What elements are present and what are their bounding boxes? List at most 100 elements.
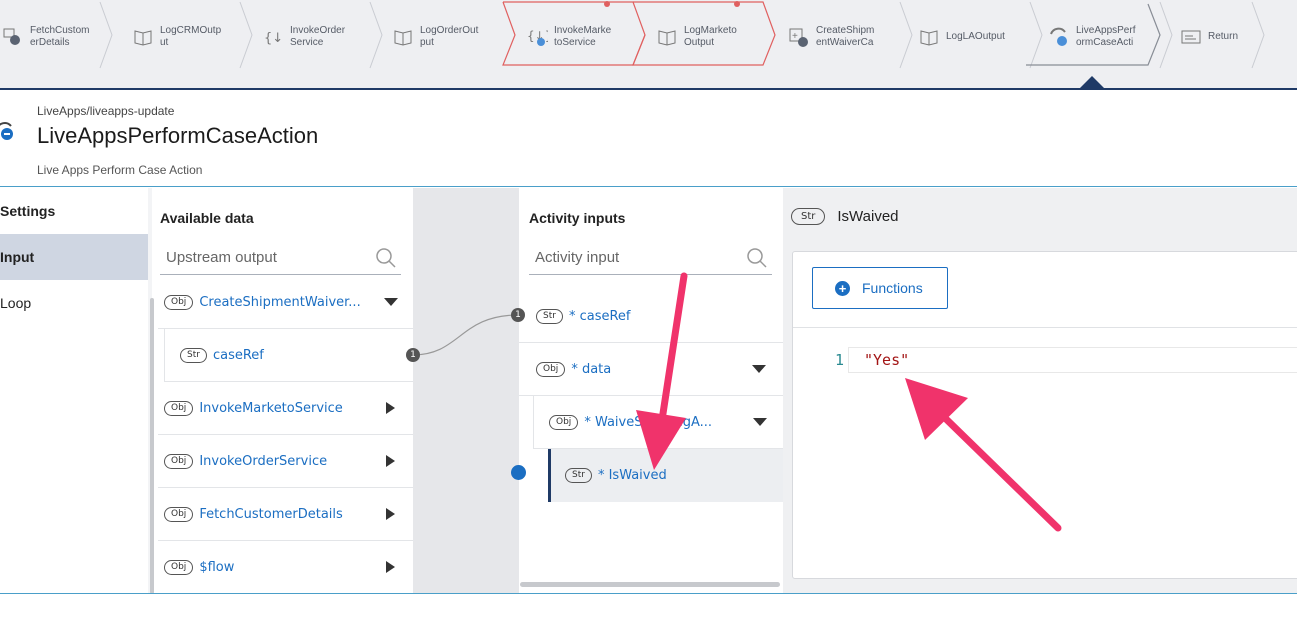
mapping-gutter (413, 188, 519, 594)
activity-item-iswaived[interactable]: Str * IsWaived (548, 449, 783, 502)
expression-value[interactable]: "Yes" (864, 351, 909, 369)
flow-step-logmarketooutput[interactable]: LogMarketo Output (656, 12, 737, 62)
flow-step-label: LogMarketo Output (684, 25, 737, 48)
mapper-field-header: Str IsWaived (791, 208, 899, 225)
flow-step-logorderoutput[interactable]: LogOrderOut put (392, 12, 478, 62)
flow-step-label: InvokeMarke toService (554, 25, 612, 48)
tree-item-invokeorderservice[interactable]: Obj InvokeOrderService (158, 435, 413, 488)
field-name: IsWaived (837, 208, 899, 225)
flow-step-logcrmoutput[interactable]: LogCRMOutp ut (132, 12, 221, 62)
tree-item-invokemarketoservice[interactable]: Obj InvokeMarketoService (158, 382, 413, 435)
flow-step-invokeorderservice[interactable]: {↓} InvokeOrder Service (262, 12, 345, 62)
type-badge: Str (180, 347, 207, 363)
node-label: InvokeMarketoService (199, 400, 343, 416)
expand-icon[interactable] (386, 508, 395, 520)
tree-item-createshipmentwaiver[interactable]: Obj CreateShipmentWaiver... (158, 276, 413, 329)
flow-step-label: LogLAOutput (946, 31, 1005, 42)
flow-step-loglaoutput[interactable]: LogLAOutput (918, 12, 1005, 62)
type-badge: Obj (536, 361, 566, 377)
activity-scrollbar[interactable] (520, 582, 780, 587)
type-badge: Str (791, 208, 826, 225)
bottom-border (0, 593, 1297, 594)
functions-button[interactable]: + Functions (812, 267, 948, 309)
svg-text:{↓}: {↓} (264, 31, 284, 46)
tree-item-fetchcustomerdetails[interactable]: Obj FetchCustomerDetails (158, 488, 413, 541)
expand-icon[interactable] (386, 561, 395, 573)
flow-strip: FetchCustom erDetails LogCRMOutp ut {↓} … (0, 0, 1297, 90)
liveapps-icon (1050, 27, 1067, 46)
invoke-icon: {↓} (527, 29, 548, 46)
tab-settings[interactable]: Settings (0, 188, 148, 234)
type-badge: Obj (164, 506, 194, 522)
search-placeholder: Activity input (535, 249, 620, 266)
functions-label: Functions (862, 280, 923, 296)
search-icon[interactable] (375, 247, 397, 269)
type-badge: Obj (164, 400, 194, 416)
node-label: $flow (199, 560, 235, 575)
search-placeholder: Upstream output (166, 249, 277, 266)
node-label: * WaiveShippingA... (584, 414, 713, 430)
app-root: FetchCustom erDetails LogCRMOutp ut {↓} … (0, 0, 1297, 634)
flow-step-label: LogCRMOutp ut (160, 25, 222, 48)
flow-step-label: FetchCustom erDetails (30, 25, 90, 48)
flow-step-return[interactable]: Return (1180, 12, 1238, 62)
node-label: InvokeOrderService (199, 453, 328, 469)
activity-item-data[interactable]: Obj * data (519, 343, 783, 396)
type-badge: Obj (164, 560, 194, 575)
flow-step-liveappsperformcaseaction[interactable]: LiveAppsPerf ormCaseActi (1048, 12, 1135, 62)
upstream-search-input[interactable]: Upstream output (160, 241, 401, 275)
node-label: FetchCustomerDetails (199, 506, 343, 522)
invoke-icon: {↓} (264, 31, 284, 46)
type-badge: Obj (164, 294, 194, 310)
activity-header: LiveApps/liveapps-update LiveAppsPerform… (0, 90, 1297, 187)
available-scrollbar[interactable] (150, 298, 154, 594)
tree-item-caseref[interactable]: Str caseRef (164, 329, 413, 382)
page-subtitle: Live Apps Perform Case Action (37, 163, 203, 177)
flow-step-label: LiveAppsPerf ormCaseActi (1076, 25, 1136, 48)
flow-step-label: Return (1208, 31, 1239, 42)
flow-step-createshipmentwaivercase[interactable]: + CreateShipm entWaiverCa (788, 12, 874, 62)
type-badge: Str (536, 308, 563, 324)
log-book-icon (394, 30, 412, 46)
search-icon[interactable] (746, 247, 768, 269)
page-title: LiveAppsPerformCaseAction (37, 123, 319, 148)
config-tabs: Settings Input Loop (0, 188, 148, 594)
mapping-count-badge: 1 (511, 308, 525, 322)
collapse-icon[interactable] (384, 298, 398, 306)
unmapped-indicator-dot (511, 465, 526, 480)
svg-text:+: + (792, 31, 798, 42)
tree-item-flow[interactable]: Obj $flow (158, 541, 413, 594)
flow-step-label: CreateShipm entWaiverCa (816, 25, 875, 48)
node-label: * IsWaived (597, 468, 667, 483)
flow-step-fetchcustomerdetails[interactable]: FetchCustom erDetails (2, 12, 89, 62)
fetch-icon (3, 28, 20, 45)
return-icon (1181, 30, 1201, 44)
active-code-line[interactable] (848, 347, 1297, 373)
create-icon: + (789, 28, 808, 47)
collapse-icon[interactable] (753, 418, 767, 426)
flow-step-label: LogOrderOut put (420, 25, 479, 48)
selection-indicator (548, 449, 551, 502)
log-book-icon (658, 30, 676, 46)
expand-icon[interactable] (386, 455, 395, 467)
breadcrumb: LiveApps/liveapps-update (37, 104, 175, 118)
expression-editor[interactable]: + Functions 1 "Yes" (792, 251, 1297, 579)
divider (793, 327, 1297, 328)
activity-item-caseref[interactable]: Str * caseRef (519, 290, 783, 343)
tab-input[interactable]: Input (0, 234, 148, 280)
node-label: * data (571, 361, 612, 377)
tab-loop[interactable]: Loop (0, 280, 148, 326)
collapse-icon[interactable] (752, 365, 766, 373)
activity-item-waiveshipping[interactable]: Obj * WaiveShippingA... (533, 396, 783, 449)
activity-search-input[interactable]: Activity input (529, 241, 772, 275)
flow-step-invokemarketoservice[interactable]: {↓} InvokeMarke toService (526, 12, 611, 62)
line-number: 1 (835, 351, 845, 369)
mapping-count-badge: 1 (406, 348, 420, 362)
type-badge: Obj (549, 414, 579, 430)
available-data-title: Available data (160, 210, 254, 226)
expand-icon[interactable] (386, 402, 395, 414)
node-label: * caseRef (568, 308, 631, 324)
type-badge: Obj (164, 453, 194, 469)
type-badge: Str (565, 468, 592, 483)
activity-inputs-title: Activity inputs (529, 210, 626, 226)
